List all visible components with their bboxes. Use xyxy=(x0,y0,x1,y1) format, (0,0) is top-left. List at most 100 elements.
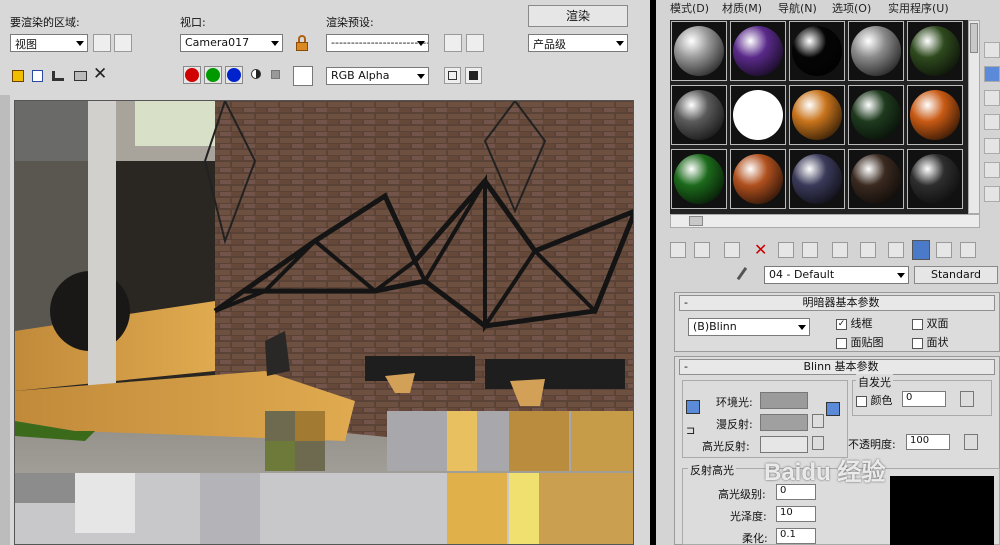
show-end-result-icon[interactable] xyxy=(912,240,930,260)
lock-ambient-icon[interactable] xyxy=(686,400,700,414)
watermark-text: Baidu 经验 xyxy=(764,459,886,486)
blue-channel-button[interactable] xyxy=(225,66,243,84)
channel-dropdown[interactable]: RGB Alpha xyxy=(326,67,429,85)
two-sided-checkbox[interactable] xyxy=(912,318,923,330)
faceted-option[interactable]: 面状 xyxy=(912,334,949,350)
show-map-icon[interactable] xyxy=(888,242,904,258)
shader-rollout-title[interactable]: - 明暗器基本参数 xyxy=(679,295,995,311)
put-to-scene-icon[interactable] xyxy=(694,242,710,258)
baidu-watermark: Baidu 经验 xyxy=(764,452,885,487)
quality-dropdown[interactable]: 产品级 xyxy=(528,34,628,52)
reset-material-icon[interactable]: ✕ xyxy=(754,240,767,259)
render-button[interactable]: 渲染 xyxy=(528,5,628,27)
area-dropdown[interactable]: 视图 xyxy=(10,34,88,52)
eyedropper-icon[interactable] xyxy=(736,266,752,284)
uv-tiling-icon[interactable] xyxy=(984,114,1000,130)
alpha-channel-icon[interactable] xyxy=(251,69,261,79)
sample-slot-checker-orange[interactable] xyxy=(907,85,963,145)
slot-horizontal-scrollbar[interactable] xyxy=(670,214,980,228)
go-to-parent-icon[interactable] xyxy=(936,242,952,258)
auto-region-icon[interactable] xyxy=(114,34,132,52)
material-sphere xyxy=(792,26,842,76)
red-channel-button[interactable] xyxy=(183,66,201,84)
menu-mode[interactable]: 模式(D) xyxy=(670,0,709,16)
wire-option[interactable]: ✓ 线框 xyxy=(836,315,873,331)
two-sided-option[interactable]: 双面 xyxy=(912,315,949,331)
sample-slot-green[interactable] xyxy=(671,149,727,209)
blinn-rollout-title[interactable]: - Blinn 基本参数 xyxy=(679,359,995,375)
backlight-icon[interactable] xyxy=(984,90,1000,106)
lock-specular-icon[interactable] xyxy=(826,402,840,416)
soften-spinner[interactable]: 0.1 xyxy=(776,528,816,544)
sample-slot-checker-dots[interactable] xyxy=(789,149,845,209)
face-map-option[interactable]: 面贴图 xyxy=(836,334,884,350)
material-id-icon[interactable] xyxy=(860,242,876,258)
make-unique-icon[interactable] xyxy=(802,242,818,258)
green-channel-button[interactable] xyxy=(204,66,222,84)
diffuse-swatch[interactable] xyxy=(760,414,808,431)
shader-type-dropdown[interactable]: (B)Blinn xyxy=(688,318,810,336)
sample-slot-checker[interactable] xyxy=(730,21,786,81)
sample-slot-dark-grey[interactable] xyxy=(671,85,727,145)
diffuse-map-button[interactable] xyxy=(812,414,824,428)
sample-slot-plain-grey[interactable] xyxy=(671,21,727,81)
collapse-icon: - xyxy=(684,296,688,309)
go-forward-icon[interactable] xyxy=(960,242,976,258)
faceted-checkbox[interactable] xyxy=(912,337,923,349)
specular-map-button[interactable] xyxy=(812,436,824,450)
sample-slot-dark[interactable] xyxy=(907,149,963,209)
copy-image-icon[interactable] xyxy=(30,68,46,84)
viewport-dropdown[interactable]: Camera017 xyxy=(180,34,283,52)
ambient-swatch[interactable] xyxy=(760,392,808,409)
self-illum-map-button[interactable] xyxy=(960,391,974,407)
video-check-icon[interactable] xyxy=(984,138,1000,154)
sample-slot-green-moss[interactable] xyxy=(907,21,963,81)
face-map-checkbox[interactable] xyxy=(836,337,847,349)
shader-rollout-label: 明暗器基本参数 xyxy=(802,296,880,309)
monochrome-icon[interactable] xyxy=(271,70,280,79)
sample-slot-grey[interactable] xyxy=(848,21,904,81)
make-preview-icon[interactable] xyxy=(984,162,1000,178)
material-name-field[interactable]: 04 - Default xyxy=(764,266,909,284)
opacity-spinner[interactable]: 100 xyxy=(906,434,950,450)
material-sphere xyxy=(910,26,960,76)
opacity-map-button[interactable] xyxy=(964,434,978,450)
self-illum-spinner[interactable]: 0 xyxy=(902,391,946,407)
sample-type-icon[interactable] xyxy=(984,66,1000,82)
options-icon[interactable] xyxy=(984,186,1000,202)
slot-vertical-scrollbar[interactable] xyxy=(968,20,980,214)
copy-material-icon[interactable] xyxy=(778,242,794,258)
menu-navigation[interactable]: 导航(N) xyxy=(778,0,817,16)
sample-slot-checker-dark[interactable] xyxy=(848,85,904,145)
render-setup-icon[interactable] xyxy=(444,34,462,52)
background-icon[interactable] xyxy=(984,42,1000,58)
menu-utilities[interactable]: 实用程序(U) xyxy=(888,0,949,16)
sample-slot-orange-rust[interactable] xyxy=(730,149,786,209)
edit-region-icon[interactable] xyxy=(93,34,111,52)
clear-icon[interactable]: ✕ xyxy=(93,64,107,84)
assign-material-icon[interactable] xyxy=(724,242,740,258)
self-illum-color-checkbox[interactable] xyxy=(856,395,867,407)
save-image-icon[interactable] xyxy=(10,68,26,84)
sample-slot-orange[interactable] xyxy=(789,85,845,145)
wire-checkbox[interactable]: ✓ xyxy=(836,318,847,330)
clone-frame-icon[interactable] xyxy=(50,68,66,84)
toggle-ui-overlay-icon[interactable] xyxy=(444,67,461,84)
self-illum-color-option[interactable]: 颜色 xyxy=(856,392,893,408)
material-type-button[interactable]: Standard xyxy=(914,266,998,284)
swatch-color[interactable] xyxy=(293,66,313,86)
toggle-ui-icon[interactable] xyxy=(465,67,482,84)
specular-swatch[interactable] xyxy=(760,436,808,453)
preset-dropdown[interactable]: ------------------------- xyxy=(326,34,429,52)
sample-slot-black-glossy[interactable] xyxy=(789,21,845,81)
glossiness-spinner[interactable]: 10 xyxy=(776,506,816,522)
sample-slot-dark-brown[interactable] xyxy=(848,149,904,209)
sample-slot-white[interactable] xyxy=(730,85,786,145)
lock-icon[interactable] xyxy=(294,34,310,52)
environment-icon[interactable] xyxy=(466,34,484,52)
get-material-icon[interactable] xyxy=(670,242,686,258)
menu-options[interactable]: 选项(O) xyxy=(832,0,871,16)
print-icon[interactable] xyxy=(72,68,88,84)
menu-material[interactable]: 材质(M) xyxy=(722,0,762,16)
put-to-library-icon[interactable] xyxy=(832,242,848,258)
